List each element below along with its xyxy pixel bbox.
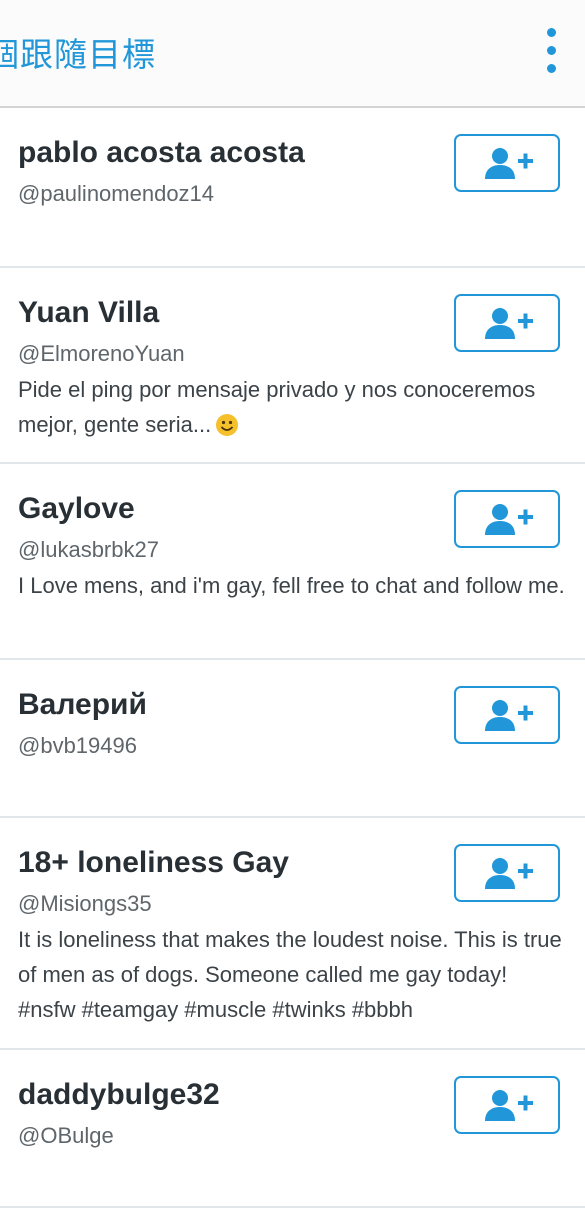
user-row[interactable]: Gaylove @lukasbrbk27 I Love mens, and i'…: [0, 464, 585, 660]
user-handle: @bvb19496: [18, 733, 137, 758]
user-name: daddybulge32: [18, 1078, 220, 1111]
user-handle: @lukasbrbk27: [18, 537, 159, 562]
user-bio: I Love mens, and i'm gay, fell free to c…: [18, 573, 565, 598]
user-name: pablo acosta acosta: [18, 136, 305, 169]
user-bio-text: Pide el ping por mensaje privado y nos c…: [18, 377, 536, 437]
follow-button[interactable]: [454, 294, 560, 352]
user-row[interactable]: 18+ loneliness Gay @Misiongs35 It is lon…: [0, 818, 585, 1050]
add-user-icon: [485, 700, 533, 731]
user-row[interactable]: Валерий @bvb19496: [0, 660, 585, 818]
user-list: pablo acosta acosta @paulinomendoz14 Yua…: [0, 108, 585, 1208]
follow-button[interactable]: [454, 686, 560, 744]
user-handle: @paulinomendoz14: [18, 181, 215, 206]
more-vert-icon-dot: [547, 46, 556, 55]
follow-button[interactable]: [454, 1076, 560, 1134]
page-title: 個跟隨目標: [0, 35, 156, 74]
user-name: Yuan Villa: [18, 296, 160, 329]
follow-button[interactable]: [454, 844, 560, 902]
user-bio: It is loneliness that makes the loudest …: [18, 927, 562, 1022]
user-row[interactable]: daddybulge32 @OBulge: [0, 1050, 585, 1208]
smiling-face-emoji-icon: [216, 414, 239, 436]
add-user-icon: [485, 148, 533, 179]
follow-button[interactable]: [454, 134, 560, 192]
top-app-bar: 個跟隨目標: [0, 0, 585, 108]
user-row[interactable]: pablo acosta acosta @paulinomendoz14: [0, 108, 585, 268]
user-handle: @OBulge: [18, 1123, 114, 1148]
add-user-icon: [485, 858, 533, 889]
add-user-icon: [485, 1090, 533, 1121]
user-row[interactable]: Yuan Villa @ElmorenoYuan Pide el ping po…: [0, 268, 585, 464]
user-name: Валерий: [18, 688, 147, 721]
user-name: Gaylove: [18, 492, 135, 525]
add-user-icon: [485, 308, 533, 339]
more-vert-icon-dot: [547, 64, 556, 73]
add-user-icon: [485, 504, 533, 535]
user-bio: Pide el ping por mensaje privado y nos c…: [18, 372, 566, 442]
user-handle: @Misiongs35: [18, 891, 152, 916]
more-vert-icon: [547, 28, 556, 37]
user-name: 18+ loneliness Gay: [18, 846, 289, 879]
user-handle: @ElmorenoYuan: [18, 341, 185, 366]
follow-button[interactable]: [454, 490, 560, 548]
more-options-button[interactable]: [532, 26, 572, 78]
